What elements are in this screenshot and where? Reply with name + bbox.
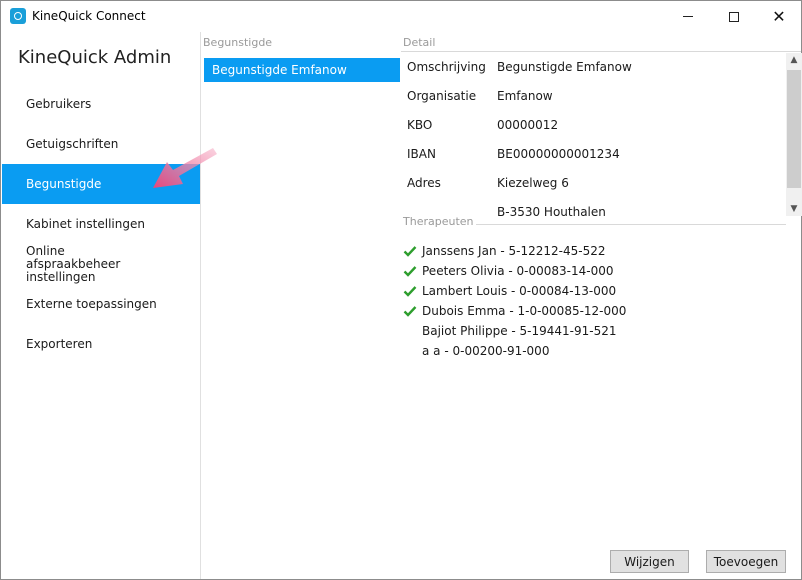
sidebar-item-kabinet-instellingen[interactable]: Kabinet instellingen: [2, 204, 200, 244]
therapist-label: Janssens Jan - 5-12212-45-522: [422, 244, 606, 258]
sidebar-item-label: Externe toepassingen: [26, 296, 157, 311]
sidebar-item-label: Kabinet instellingen: [26, 216, 145, 231]
check-icon: [403, 246, 417, 257]
detail-value: Emfanow: [497, 89, 553, 103]
detail-label: KBO: [407, 118, 433, 132]
sidebar-item-label: Getuigschriften: [26, 136, 119, 151]
app-window: KineQuick Connect ✕ KineQuick Admin Gebr…: [0, 0, 802, 580]
minimize-icon: [683, 16, 693, 17]
detail-header: Detail: [403, 36, 436, 49]
detail-value: B-3530 Houthalen: [497, 205, 606, 219]
therapist-item[interactable]: Dubois Emma - 1-0-00085-12-000: [403, 302, 626, 320]
detail-row-iban: IBAN BE00000000001234: [407, 145, 620, 163]
window-title: KineQuick Connect: [32, 9, 146, 23]
detail-row-organisatie: Organisatie Emfanow: [407, 87, 553, 105]
minimize-button[interactable]: [665, 1, 711, 32]
edit-button[interactable]: Wijzigen: [610, 550, 689, 573]
beneficiary-item-emfanow[interactable]: Begunstigde Emfanow: [204, 58, 400, 82]
check-icon: [403, 266, 417, 277]
maximize-button[interactable]: [711, 1, 757, 32]
close-icon: ✕: [772, 6, 786, 26]
maximize-icon: [729, 11, 739, 22]
sidebar-title: KineQuick Admin: [18, 47, 172, 68]
detail-value: Begunstigde Emfanow: [497, 60, 632, 74]
detail-label: Organisatie: [407, 89, 477, 103]
therapist-item[interactable]: Janssens Jan - 5-12212-45-522: [403, 242, 606, 260]
therapist-item[interactable]: Lambert Louis - 0-00084-13-000: [403, 282, 616, 300]
detail-label: Adres: [407, 176, 441, 190]
detail-scrollbar[interactable]: ▲ ▼: [786, 53, 802, 216]
sidebar-item-externe-toepassingen[interactable]: Externe toepassingen: [2, 284, 200, 324]
detail-label: Omschrijving: [407, 60, 486, 74]
therapist-item[interactable]: Bajiot Philippe - 5-19441-91-521: [403, 322, 617, 340]
therapist-label: Peeters Olivia - 0-00083-14-000: [422, 264, 614, 278]
add-button[interactable]: Toevoegen: [706, 550, 786, 573]
therapist-label: Lambert Louis - 0-00084-13-000: [422, 284, 617, 298]
detail-row-kbo: KBO 00000012: [407, 116, 558, 134]
sidebar-item-label: Online afspraakbeheer instellingen: [26, 243, 121, 284]
close-button[interactable]: ✕: [756, 1, 802, 32]
check-icon: [403, 306, 417, 317]
scroll-up-icon[interactable]: ▲: [786, 53, 802, 67]
kinequick-app-icon: [10, 8, 26, 24]
title-bar: KineQuick Connect ✕: [1, 1, 801, 32]
sidebar-item-label: Exporteren: [26, 336, 93, 351]
therapist-item[interactable]: a a - 0-00200-91-000: [403, 342, 549, 360]
detail-row-adres: Adres Kiezelweg 6: [407, 174, 569, 192]
therapist-label: Bajiot Philippe - 5-19441-91-521: [422, 324, 617, 338]
check-icon: [403, 286, 417, 297]
detail-label: IBAN: [407, 147, 436, 161]
scroll-down-icon[interactable]: ▼: [786, 202, 802, 216]
sidebar-item-begunstigde[interactable]: Begunstigde: [2, 164, 200, 204]
therapist-item[interactable]: Peeters Olivia - 0-00083-14-000: [403, 262, 614, 280]
detail-value: BE00000000001234: [497, 147, 620, 161]
sidebar-item-online-afspraakbeheer[interactable]: Online afspraakbeheer instellingen: [2, 244, 200, 284]
sidebar-item-exporteren[interactable]: Exporteren: [2, 324, 200, 364]
beneficiaries-header: Begunstigde: [203, 36, 273, 49]
therapists-header: Therapeuten: [403, 215, 474, 228]
sidebar-item-gebruikers[interactable]: Gebruikers: [2, 84, 200, 124]
beneficiary-label: Begunstigde Emfanow: [212, 63, 347, 77]
scroll-thumb[interactable]: [787, 70, 801, 188]
sidebar-item-label: Begunstigde: [26, 176, 102, 191]
therapists-header-divider: [476, 224, 786, 225]
sidebar-item-getuigschriften[interactable]: Getuigschriften: [2, 124, 200, 164]
detail-value: Kiezelweg 6: [497, 176, 569, 190]
detail-header-divider: [401, 51, 801, 52]
detail-value: 00000012: [497, 118, 559, 132]
therapist-label: a a - 0-00200-91-000: [422, 344, 550, 358]
detail-row-omschrijving: Omschrijving Begunstigde Emfanow: [407, 58, 632, 76]
therapist-label: Dubois Emma - 1-0-00085-12-000: [422, 304, 627, 318]
sidebar-item-label: Gebruikers: [26, 96, 92, 111]
